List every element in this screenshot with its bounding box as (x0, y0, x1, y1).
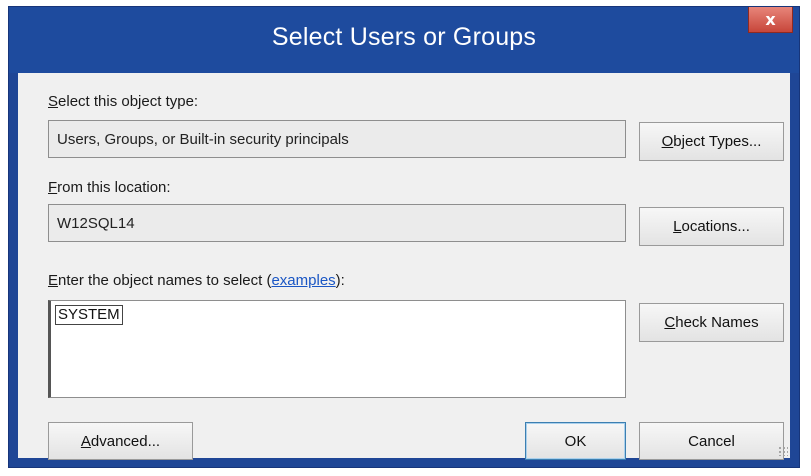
check-names-button[interactable]: Check Names (639, 303, 784, 342)
cancel-button[interactable]: Cancel (639, 422, 784, 460)
ok-button[interactable]: OK (525, 422, 626, 460)
object-types-button[interactable]: Object Types... (639, 122, 784, 161)
object-names-label: Enter the object names to select (exampl… (48, 272, 345, 289)
advanced-button[interactable]: Advanced... (48, 422, 193, 460)
dialog-title: Select Users or Groups (271, 23, 537, 51)
object-type-field: Users, Groups, or Built-in security prin… (48, 120, 626, 158)
dialog-body: Select this object type: Users, Groups, … (18, 73, 790, 460)
close-icon: x (765, 10, 776, 29)
examples-link[interactable]: examples (271, 272, 335, 289)
object-type-label: Select this object type: (48, 93, 199, 110)
object-names-input[interactable]: SYSTEM (48, 300, 626, 398)
location-label: From this location: (48, 179, 171, 196)
title-bar[interactable]: Select Users or Groups x (9, 7, 799, 73)
object-name-entry[interactable]: SYSTEM (55, 305, 123, 325)
select-users-dialog: Select Users or Groups x Select this obj… (8, 6, 800, 468)
close-button[interactable]: x (748, 7, 793, 33)
location-field: W12SQL14 (48, 204, 626, 242)
resize-grip-icon[interactable] (778, 446, 788, 456)
locations-button[interactable]: Locations... (639, 207, 784, 246)
